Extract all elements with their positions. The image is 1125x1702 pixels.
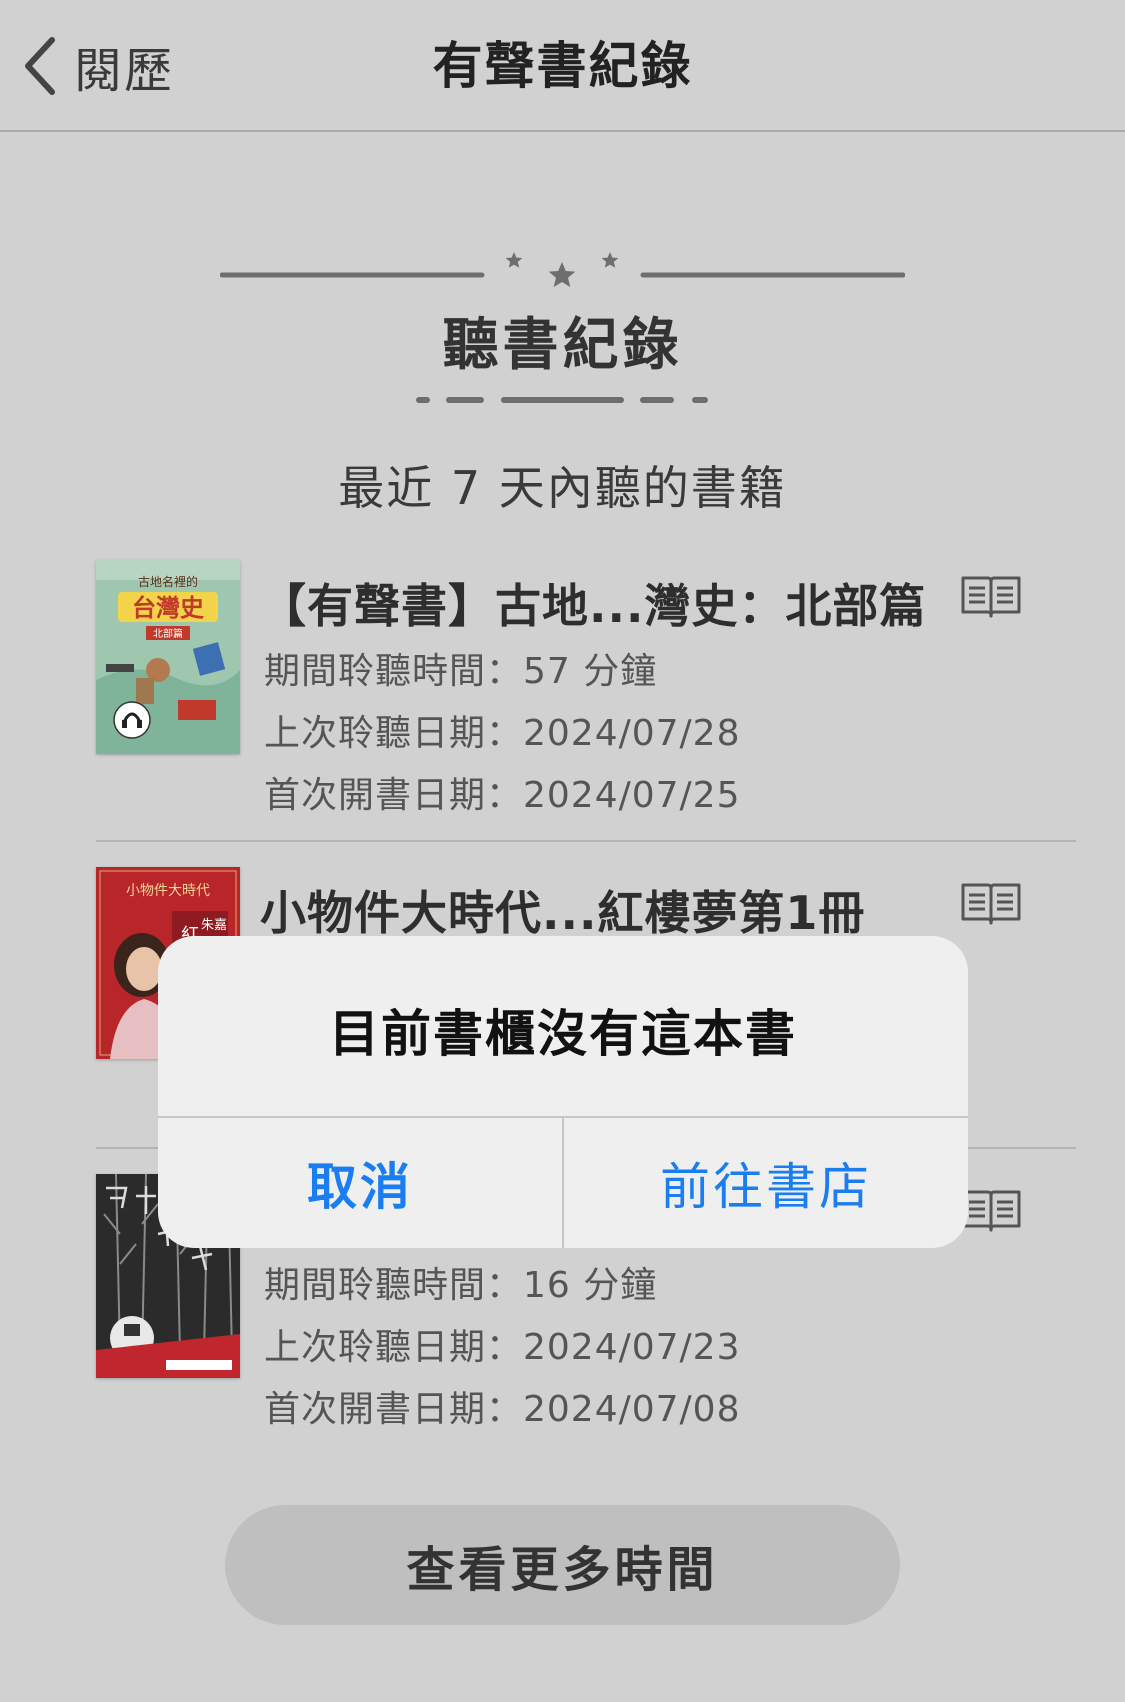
go-to-store-button[interactable]: 前往書店	[564, 1118, 968, 1248]
cancel-button[interactable]: 取消	[158, 1118, 562, 1248]
dim-overlay	[0, 0, 1125, 1702]
alert-message: 目前書櫃沒有這本書	[329, 1005, 797, 1063]
alert-dialog: 目前書櫃沒有這本書 取消 前往書店	[158, 936, 968, 1248]
